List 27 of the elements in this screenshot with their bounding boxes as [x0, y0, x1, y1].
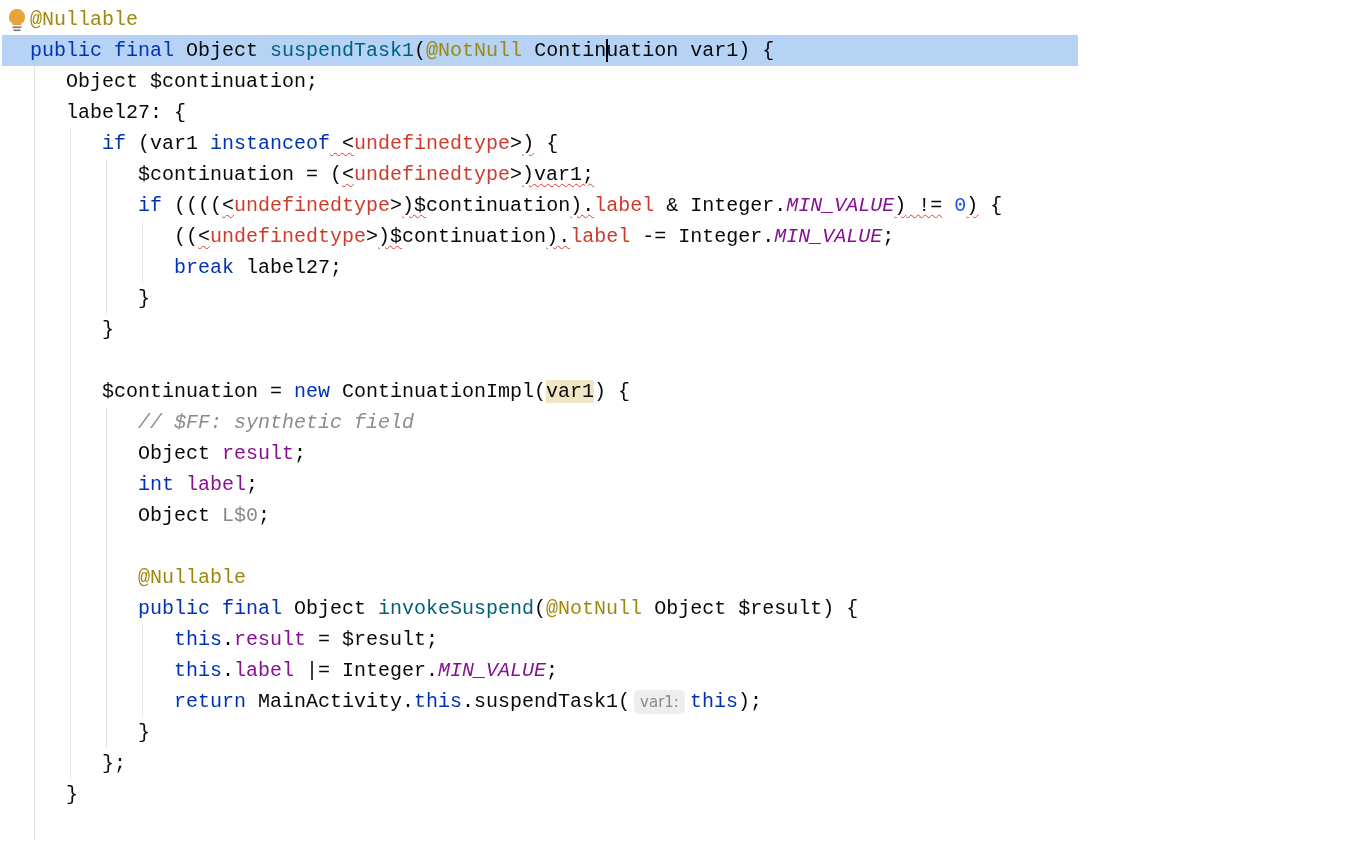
code-text: @Nullable	[30, 7, 139, 32]
code-text: }	[66, 782, 78, 807]
code-text: label27: {	[66, 100, 187, 125]
code-text: }	[138, 720, 150, 745]
code-text: if (var1 instanceof <undefinedtype>) {	[102, 131, 559, 156]
parameter-hint: var1:	[634, 689, 685, 714]
code-text: if ((((<undefinedtype>)$continuation).label & Integer.MIN_VALUE) != 0) {	[138, 193, 1003, 218]
code-text: }	[138, 286, 150, 311]
lightbulb-icon[interactable]	[8, 8, 26, 32]
code-text: Object L$0;	[138, 503, 271, 528]
code-text: };	[102, 751, 126, 776]
code-text: public final Object suspendTask1(@NotNull Continuation var1) {	[30, 38, 775, 63]
code-text: this.label |= Integer.MIN_VALUE;	[174, 658, 559, 683]
code-text: $continuation = (<undefinedtype>)var1;	[138, 162, 595, 187]
code-text: Object result;	[138, 441, 307, 466]
code-text: }	[102, 317, 114, 342]
code-text: int label;	[138, 472, 259, 497]
code-text: this);	[689, 689, 762, 714]
code-text: break label27;	[174, 255, 343, 280]
code-text: ((<undefinedtype>)$continuation).label -= Integer.MIN_VALUE;	[174, 224, 895, 249]
code-text: // $FF: synthetic field	[138, 410, 415, 435]
code-text: public final Object invokeSuspend(@NotNull Object $result) {	[138, 596, 859, 621]
code-text: @Nullable	[138, 565, 247, 590]
code-text: this.result = $result;	[174, 627, 439, 652]
code-text: Object $continuation;	[66, 69, 319, 94]
code-text: $continuation = new ContinuationImpl(var1) {	[102, 379, 631, 404]
code-text: return MainActivity.this.suspendTask1(	[174, 689, 631, 714]
